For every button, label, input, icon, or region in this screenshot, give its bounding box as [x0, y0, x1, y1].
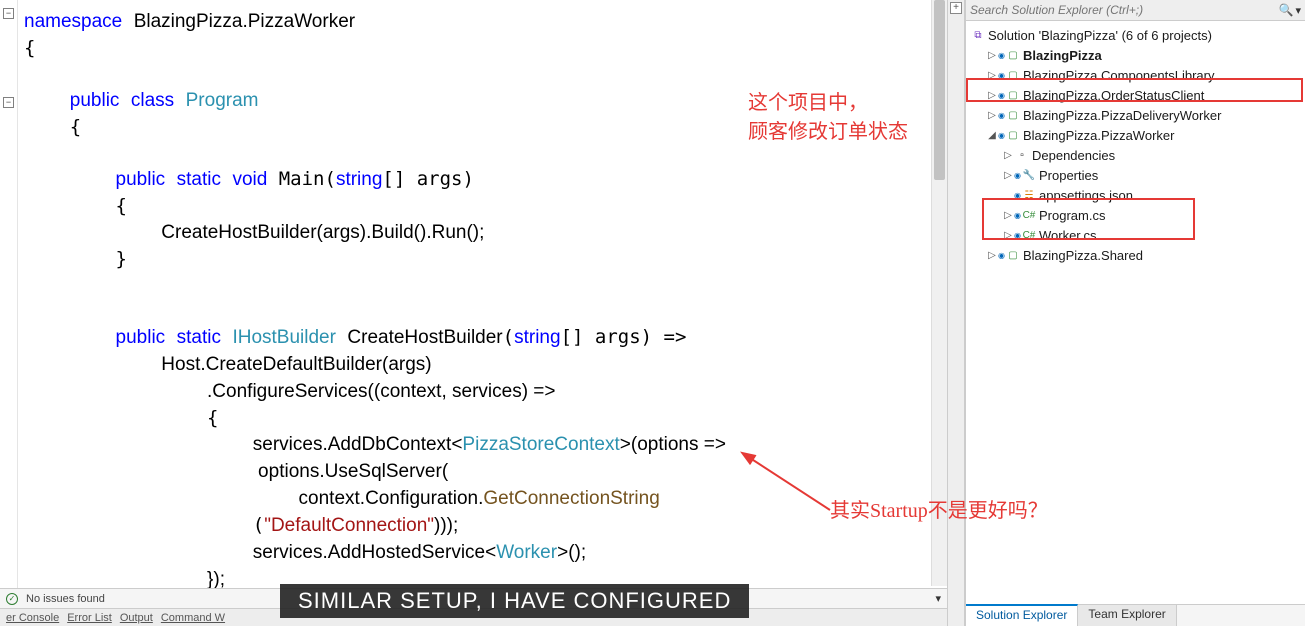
tree-label: BlazingPizza.ComponentsLibrary: [1023, 68, 1214, 83]
tree-node[interactable]: ▷◉C#Worker.cs: [966, 225, 1305, 245]
tree-label: Worker.cs: [1039, 228, 1097, 243]
expand-arrow[interactable]: ▷: [1002, 150, 1014, 161]
expand-arrow[interactable]: ◢: [986, 130, 998, 141]
tree-label: appsettings.json: [1039, 188, 1133, 203]
solution-tree[interactable]: ⧉ Solution 'BlazingPizza' (6 of 6 projec…: [966, 21, 1305, 604]
tree-node[interactable]: ▷▫Dependencies: [966, 145, 1305, 165]
solution-icon: ⧉: [970, 30, 986, 41]
search-dropdown[interactable]: ▾: [1295, 4, 1301, 17]
tree-label: BlazingPizza: [1023, 48, 1102, 63]
expand-arrow[interactable]: ▷: [986, 90, 998, 101]
solution-search[interactable]: 🔍 ▾: [966, 0, 1305, 21]
tree-node[interactable]: ▷◉▢BlazingPizza.ComponentsLibrary: [966, 65, 1305, 85]
tree-label: Program.cs: [1039, 208, 1105, 223]
lock-icon: ◉: [998, 131, 1005, 140]
status-chevron[interactable]: ▾: [935, 592, 941, 605]
expand-arrow[interactable]: ▷: [1002, 210, 1014, 221]
code-text[interactable]: namespace BlazingPizza.PizzaWorker { pub…: [18, 0, 947, 588]
tree-node[interactable]: ▷◉C#Program.cs: [966, 205, 1305, 225]
issues-text: No issues found: [26, 593, 105, 605]
lock-icon: ◉: [998, 51, 1005, 60]
lock-icon: ◉: [998, 91, 1005, 100]
solution-explorer: 🔍 ▾ ⧉ Solution 'BlazingPizza' (6 of 6 pr…: [965, 0, 1305, 626]
tree-label: BlazingPizza.OrderStatusClient: [1023, 88, 1204, 103]
tree-label: BlazingPizza.PizzaDeliveryWorker: [1023, 108, 1221, 123]
expand-arrow[interactable]: ▷: [1002, 230, 1014, 241]
tree-node[interactable]: ◢◉▢BlazingPizza.PizzaWorker: [966, 125, 1305, 145]
tree-label: Dependencies: [1032, 148, 1115, 163]
tab-solution-explorer[interactable]: Solution Explorer: [966, 604, 1078, 626]
lock-icon: ◉: [998, 251, 1005, 260]
video-caption: SIMILAR SETUP, I HAVE CONFIGURED: [280, 584, 749, 618]
tree-node[interactable]: ▷◉▢BlazingPizza.PizzaDeliveryWorker: [966, 105, 1305, 125]
lock-icon: ◉: [998, 71, 1005, 80]
lock-icon: ◉: [1014, 171, 1021, 180]
tree-node[interactable]: ▷◉▢BlazingPizza.Shared: [966, 245, 1305, 265]
tree-label: Properties: [1039, 168, 1098, 183]
tab-command[interactable]: Command W: [161, 612, 225, 624]
lock-icon: ◉: [1014, 211, 1021, 220]
solution-root[interactable]: ⧉ Solution 'BlazingPizza' (6 of 6 projec…: [966, 25, 1305, 45]
editor-scrollbar[interactable]: [931, 0, 947, 586]
tree-node[interactable]: ▷◉▢BlazingPizza.OrderStatusClient: [966, 85, 1305, 105]
fold-gutter[interactable]: − −: [0, 0, 18, 588]
search-icon[interactable]: 🔍: [1279, 3, 1294, 17]
expand-arrow[interactable]: ▷: [986, 250, 998, 261]
expand-arrow[interactable]: ▷: [986, 50, 998, 61]
lock-icon: ◉: [1014, 231, 1021, 240]
expand-arrow[interactable]: ▷: [986, 70, 998, 81]
expand-icon[interactable]: +: [950, 2, 962, 14]
lock-icon: ◉: [1014, 191, 1021, 200]
tab-error-list[interactable]: Error List: [67, 612, 112, 624]
code-editor-pane: − − namespace BlazingPizza.PizzaWorker {…: [0, 0, 947, 626]
tab-team-explorer[interactable]: Team Explorer: [1078, 605, 1176, 626]
expand-arrow[interactable]: ▷: [1002, 170, 1014, 181]
explorer-tabs[interactable]: Solution Explorer Team Explorer: [966, 604, 1305, 626]
lock-icon: ◉: [998, 111, 1005, 120]
fold-toggle[interactable]: −: [3, 8, 14, 19]
search-input[interactable]: [970, 3, 1275, 17]
fold-toggle[interactable]: −: [3, 97, 14, 108]
status-ok-icon: ✓: [6, 593, 18, 605]
scrollbar-thumb[interactable]: [934, 0, 945, 180]
panel-splitter[interactable]: +: [947, 0, 965, 626]
tab-output[interactable]: Output: [120, 612, 153, 624]
tree-node[interactable]: ◉☵appsettings.json: [966, 185, 1305, 205]
tree-label: BlazingPizza.PizzaWorker: [1023, 128, 1174, 143]
tab-console[interactable]: er Console: [6, 612, 59, 624]
tree-label: BlazingPizza.Shared: [1023, 248, 1143, 263]
tree-node[interactable]: ▷◉▢BlazingPizza: [966, 45, 1305, 65]
tree-node[interactable]: ▷◉🔧Properties: [966, 165, 1305, 185]
expand-arrow[interactable]: ▷: [986, 110, 998, 121]
